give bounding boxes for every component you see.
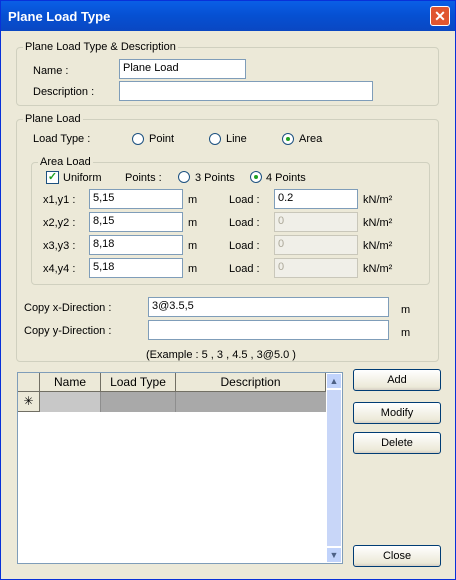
copy-example-hint: (Example : 5 , 3 , 4.5 , 3@5.0 ) <box>146 349 296 361</box>
coord-input-2[interactable]: 8,15 <box>89 212 183 232</box>
radio-4-points[interactable] <box>250 171 262 183</box>
copy-x-label: Copy x-Direction : <box>24 302 112 314</box>
load-unit-3: kN/m² <box>363 240 393 252</box>
coord-unit-4: m <box>188 263 198 275</box>
name-input[interactable]: Plane Load <box>119 59 246 79</box>
description-input[interactable] <box>119 81 373 101</box>
coord-label-1: x1,y1 : <box>43 194 76 206</box>
load-label-1: Load : <box>229 194 260 206</box>
grid-vertical-scrollbar[interactable]: ▲ ▼ <box>326 372 343 564</box>
grid-header-description[interactable]: Description <box>176 373 326 392</box>
load-label-4: Load : <box>229 263 260 275</box>
copy-x-input[interactable]: 3@3.5,5 <box>148 297 389 317</box>
load-unit-2: kN/m² <box>363 217 393 229</box>
coord-unit-2: m <box>188 217 198 229</box>
chevron-up-icon[interactable]: ▲ <box>326 373 342 389</box>
coord-input-3[interactable]: 8,18 <box>89 235 183 255</box>
grid-header-load-type[interactable]: Load Type <box>101 373 176 392</box>
radio-line[interactable] <box>209 133 221 145</box>
grid-header-name[interactable]: Name <box>40 373 101 392</box>
grid-new-row-marker[interactable]: ✳ <box>18 392 40 412</box>
load-unit-4: kN/m² <box>363 263 393 275</box>
name-label: Name : <box>33 65 69 77</box>
radio-area[interactable] <box>282 133 294 145</box>
plane-load-type-dialog: Plane Load Type ✕ Plane Load Type & Desc… <box>0 0 456 580</box>
copy-y-label: Copy y-Direction : <box>24 325 112 337</box>
description-group-label: Plane Load Type & Description <box>23 41 178 53</box>
radio-3-points[interactable] <box>178 171 190 183</box>
load-input-4: 0 <box>274 258 358 278</box>
points-label: Points : <box>125 172 162 184</box>
radio-point[interactable] <box>132 133 144 145</box>
load-input-3: 0 <box>274 235 358 255</box>
radio-line-label: Line <box>226 133 247 145</box>
modify-button[interactable]: Modify <box>353 402 441 424</box>
chevron-down-icon[interactable]: ▼ <box>326 547 342 563</box>
coord-unit-1: m <box>188 194 198 206</box>
copy-x-unit: m <box>401 304 411 316</box>
title-bar[interactable]: Plane Load Type ✕ <box>1 1 455 31</box>
area-load-group-label: Area Load <box>38 156 93 168</box>
uniform-label: Uniform <box>63 172 102 184</box>
radio-area-label: Area <box>299 133 323 145</box>
copy-y-unit: m <box>401 327 411 339</box>
delete-button[interactable]: Delete <box>353 432 441 454</box>
add-button[interactable]: Add <box>353 369 441 391</box>
close-button[interactable]: Close <box>353 545 441 567</box>
grid-header-corner <box>18 373 40 392</box>
scrollbar-thumb[interactable] <box>326 389 342 547</box>
uniform-checkbox[interactable]: ✓ <box>46 171 59 184</box>
load-type-grid[interactable]: Name Load Type Description ✳ <box>17 372 342 564</box>
copy-y-input[interactable] <box>148 320 389 340</box>
load-input-2: 0 <box>274 212 358 232</box>
coord-label-4: x4,y4 : <box>43 263 76 275</box>
coord-unit-3: m <box>188 240 198 252</box>
description-label: Description : <box>33 86 95 98</box>
radio-3-points-label: 3 Points <box>195 172 235 184</box>
coord-input-1[interactable]: 5,15 <box>89 189 183 209</box>
load-unit-1: kN/m² <box>363 194 393 206</box>
grid-new-row-name[interactable] <box>40 392 101 412</box>
load-label-2: Load : <box>229 217 260 229</box>
radio-point-label: Point <box>149 133 175 145</box>
radio-4-points-label: 4 Points <box>266 172 306 184</box>
close-icon[interactable]: ✕ <box>430 6 450 26</box>
load-type-label: Load Type : <box>33 133 91 145</box>
grid-new-row-description[interactable] <box>176 392 326 412</box>
load-input-1[interactable]: 0.2 <box>274 189 358 209</box>
load-label-3: Load : <box>229 240 260 252</box>
plane-load-group-label: Plane Load <box>23 113 83 125</box>
window-title: Plane Load Type <box>8 9 111 24</box>
grid-new-row-load-type[interactable] <box>101 392 176 412</box>
coord-label-3: x3,y3 : <box>43 240 76 252</box>
coord-input-4[interactable]: 5,18 <box>89 258 183 278</box>
coord-label-2: x2,y2 : <box>43 217 76 229</box>
